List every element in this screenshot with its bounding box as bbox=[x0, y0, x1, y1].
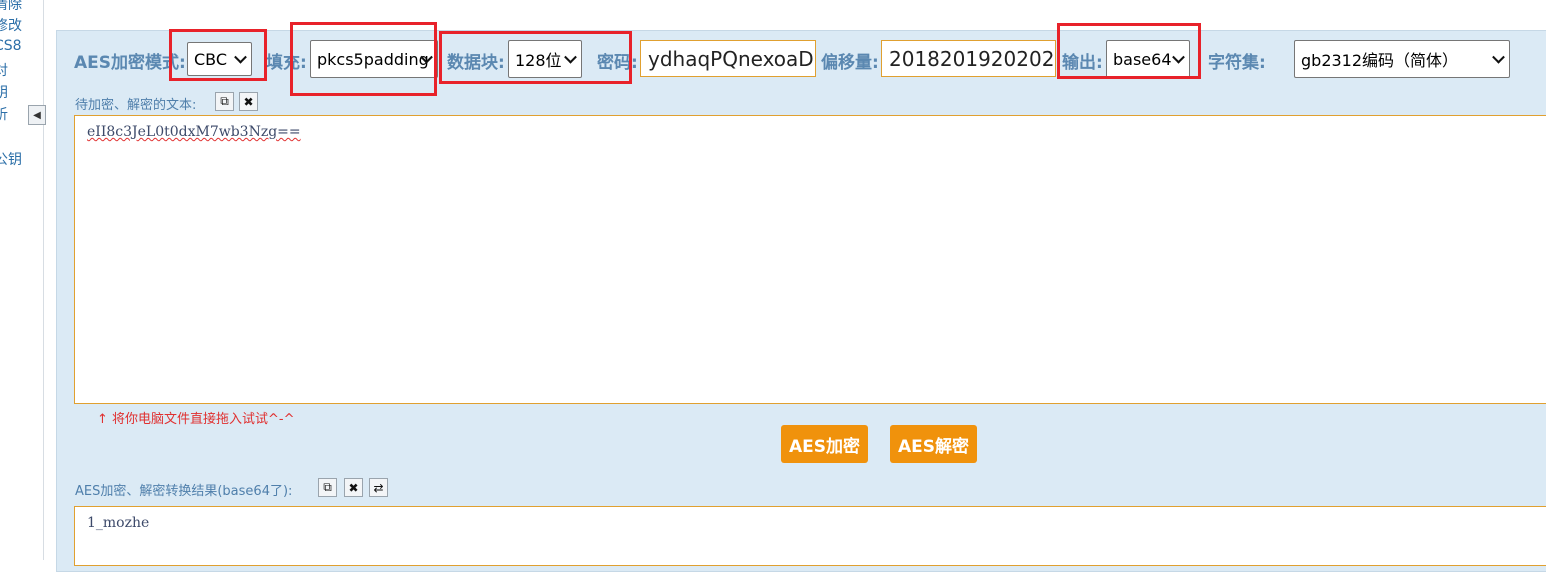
aes-decrypt-button[interactable]: AES解密 bbox=[890, 425, 977, 463]
sidebar-item-pair[interactable]: 对 bbox=[0, 60, 8, 80]
input-label: 待加密、解密的文本: bbox=[75, 98, 197, 113]
clear-button[interactable]: ✖ bbox=[239, 92, 258, 111]
charset-select[interactable]: gb2312编码（简体） bbox=[1294, 40, 1510, 78]
result-text: 1_mozhe bbox=[87, 515, 150, 531]
key-input[interactable]: ydhaqPQnexoaDu bbox=[640, 40, 816, 77]
swap-icon: ⇄ bbox=[373, 480, 384, 495]
sidebar-item-clear[interactable]: 清除 bbox=[0, 0, 22, 14]
aes-encrypt-button[interactable]: AES加密 bbox=[781, 425, 868, 463]
chevron-down-icon bbox=[1492, 50, 1505, 64]
charset-label: 字符集: bbox=[1208, 53, 1266, 73]
swap-button[interactable]: ⇄ bbox=[369, 478, 388, 497]
iv-input[interactable]: 20182019202020 bbox=[881, 40, 1056, 77]
iv-label: 偏移量: bbox=[821, 53, 879, 73]
sidebar-item-public-key[interactable]: 公钥 bbox=[0, 149, 22, 169]
sidebar-item-modify[interactable]: 修改 bbox=[0, 15, 22, 35]
sidebar: 清除 修改 CS8 对 钥 析 公钥 bbox=[0, 0, 44, 560]
result-textarea[interactable]: 1_mozhe bbox=[74, 506, 1546, 566]
charset-select-value: gb2312编码（简体） bbox=[1301, 51, 1459, 70]
close-icon: ✖ bbox=[243, 94, 254, 109]
copy-button[interactable]: ⧉ bbox=[215, 92, 234, 111]
copy-icon: ⧉ bbox=[323, 480, 332, 494]
highlight-box-padding bbox=[290, 22, 437, 96]
result-clear-button[interactable]: ✖ bbox=[344, 478, 363, 497]
close-icon: ✖ bbox=[348, 480, 359, 495]
sidebar-item-key[interactable]: 钥 bbox=[0, 82, 8, 102]
highlight-box-block bbox=[439, 31, 632, 84]
input-textarea[interactable]: eII8c3JeL0t0dxM7wb3Nzg== bbox=[74, 115, 1546, 404]
highlight-box-mode bbox=[169, 29, 267, 81]
drag-hint: ↑ 将你电脑文件直接拖入试试^-^ bbox=[97, 412, 295, 427]
result-label: AES加密、解密转换结果(base64了): bbox=[75, 484, 293, 499]
highlight-box-output bbox=[1057, 23, 1201, 79]
result-copy-button[interactable]: ⧉ bbox=[318, 478, 337, 497]
copy-icon: ⧉ bbox=[220, 94, 229, 108]
chevron-left-icon: ◀ bbox=[33, 109, 41, 121]
sidebar-collapse-button[interactable]: ◀ bbox=[28, 105, 46, 125]
sidebar-item-cs8[interactable]: CS8 bbox=[0, 38, 22, 54]
sidebar-item-analyze[interactable]: 析 bbox=[0, 104, 8, 124]
input-text: eII8c3JeL0t0dxM7wb3Nzg== bbox=[87, 124, 301, 140]
